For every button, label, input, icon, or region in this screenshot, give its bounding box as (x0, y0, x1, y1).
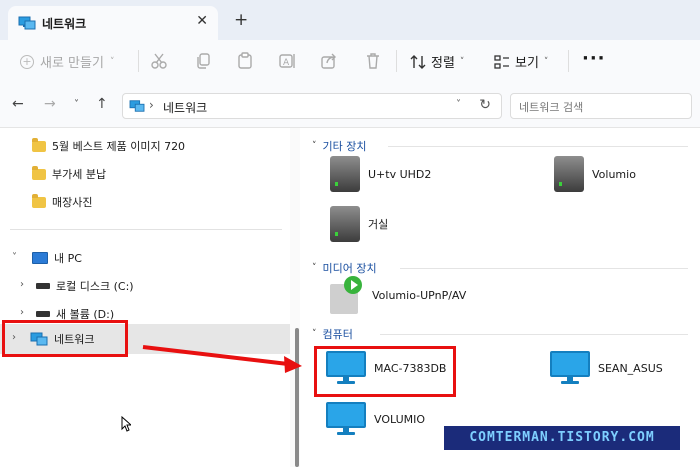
watermark: COMTERMAN.TISTORY.COM (444, 426, 680, 450)
annotation-arrow (142, 345, 302, 373)
mouse-cursor-icon (121, 416, 131, 432)
